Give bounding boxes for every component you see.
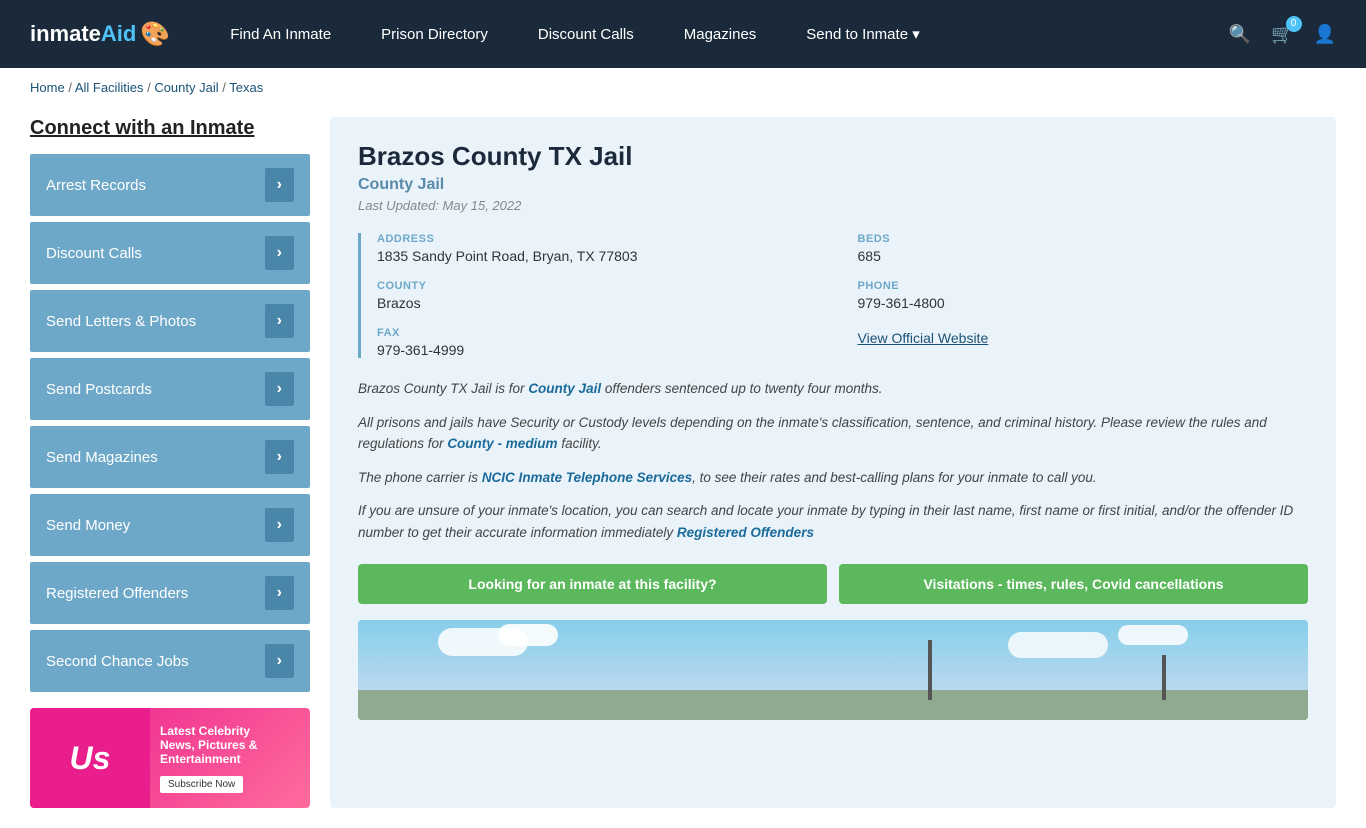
utility-pole-1 [928,640,932,700]
user-icon[interactable]: 👤 [1314,24,1336,45]
sidebar-item-label: Second Chance Jobs [46,653,189,670]
breadcrumb-home[interactable]: Home [30,80,65,95]
address-label: ADDRESS [377,233,828,245]
sidebar-title: Connect with an Inmate [30,117,310,140]
sidebar-item-registered-offenders[interactable]: Registered Offenders › [30,562,310,624]
cloud-4 [1118,625,1188,645]
county-jail-link[interactable]: County Jail [528,381,601,396]
county-label: COUNTY [377,280,828,292]
arrow-icon: › [265,576,294,610]
arrow-icon: › [265,372,294,406]
website-link[interactable]: View Official Website [858,330,989,346]
county-field: COUNTY Brazos [377,280,828,311]
sidebar-item-label: Send Postcards [46,381,152,398]
fax-value: 979-361-4999 [377,342,828,358]
desc-para-1: Brazos County TX Jail is for County Jail… [358,378,1308,400]
county-medium-link[interactable]: County - medium [447,436,557,451]
logo-text: inmateAid [30,21,136,47]
fax-field: FAX 979-361-4999 [377,327,828,358]
sidebar-item-second-chance-jobs[interactable]: Second Chance Jobs › [30,630,310,692]
find-inmate-button[interactable]: Looking for an inmate at this facility? [358,564,827,604]
ad-headline: Latest CelebrityNews, Pictures &Entertai… [160,724,257,766]
sidebar-item-discount-calls[interactable]: Discount Calls › [30,222,310,284]
search-icon[interactable]: 🔍 [1229,24,1251,45]
ad-banner[interactable]: Us Latest CelebrityNews, Pictures &Enter… [30,708,310,808]
beds-field: BEDS 685 [858,233,1309,264]
beds-label: BEDS [858,233,1309,245]
breadcrumb-county-jail[interactable]: County Jail [154,80,218,95]
sidebar-item-send-magazines[interactable]: Send Magazines › [30,426,310,488]
facility-info-grid: ADDRESS 1835 Sandy Point Road, Bryan, TX… [358,233,1308,358]
nav-discount-calls[interactable]: Discount Calls [538,26,634,43]
breadcrumb-all-facilities[interactable]: All Facilities [75,80,144,95]
nav-prison-directory[interactable]: Prison Directory [381,26,488,43]
arrow-icon: › [265,168,294,202]
cart-badge: 0 [1286,16,1302,32]
desc-para-4: If you are unsure of your inmate's locat… [358,500,1308,543]
arrow-icon: › [265,644,294,678]
nav-send-to-inmate[interactable]: Send to Inmate ▾ [806,25,919,43]
website-field: View Official Website [858,327,1309,358]
facility-photo [358,620,1308,720]
sidebar-item-send-letters[interactable]: Send Letters & Photos › [30,290,310,352]
sidebar-item-send-money[interactable]: Send Money › [30,494,310,556]
facility-detail: Brazos County TX Jail County Jail Last U… [330,117,1336,808]
logo[interactable]: inmateAid 🎨 [30,20,170,49]
address-field: ADDRESS 1835 Sandy Point Road, Bryan, TX… [377,233,828,264]
arrow-icon: › [265,236,294,270]
action-buttons: Looking for an inmate at this facility? … [358,564,1308,604]
phone-value: 979-361-4800 [858,295,1309,311]
ground-background [358,690,1308,720]
cloud-3 [1008,632,1108,658]
beds-value: 685 [858,248,1309,264]
desc-para-3: The phone carrier is NCIC Inmate Telepho… [358,467,1308,489]
sidebar-item-send-postcards[interactable]: Send Postcards › [30,358,310,420]
phone-label: PHONE [858,280,1309,292]
sidebar-item-label: Arrest Records [46,177,146,194]
logo-icon: 🎨 [140,20,170,49]
ad-text: Latest CelebrityNews, Pictures &Entertai… [150,714,267,803]
facility-type: County Jail [358,176,1308,194]
sidebar-item-arrest-records[interactable]: Arrest Records › [30,154,310,216]
sidebar-item-label: Send Magazines [46,449,158,466]
sidebar-item-label: Send Letters & Photos [46,313,196,330]
phone-field: PHONE 979-361-4800 [858,280,1309,311]
facility-name: Brazos County TX Jail [358,141,1308,172]
nav-find-inmate[interactable]: Find An Inmate [230,26,331,43]
ncic-link[interactable]: NCIC Inmate Telephone Services [482,470,692,485]
arrow-icon: › [265,508,294,542]
sidebar-item-label: Discount Calls [46,245,142,262]
registered-offenders-link[interactable]: Registered Offenders [677,525,814,540]
facility-updated: Last Updated: May 15, 2022 [358,198,1308,213]
utility-pole-2 [1162,655,1166,700]
header-icons: 🔍 🛒 0 👤 [1229,24,1336,45]
fax-label: FAX [377,327,828,339]
desc-para-2: All prisons and jails have Security or C… [358,412,1308,455]
ad-brand: Us [30,708,150,808]
sidebar: Connect with an Inmate Arrest Records › … [30,117,310,808]
breadcrumb: Home / All Facilities / County Jail / Te… [0,68,1366,107]
breadcrumb-texas[interactable]: Texas [229,80,263,95]
main-nav: Find An Inmate Prison Directory Discount… [230,25,1188,43]
address-value: 1835 Sandy Point Road, Bryan, TX 77803 [377,248,828,264]
facility-description: Brazos County TX Jail is for County Jail… [358,378,1308,544]
arrow-icon: › [265,304,294,338]
visitations-button[interactable]: Visitations - times, rules, Covid cancel… [839,564,1308,604]
cloud-2 [498,624,558,646]
arrow-icon: › [265,440,294,474]
sidebar-item-label: Registered Offenders [46,585,188,602]
main-content: Connect with an Inmate Arrest Records › … [0,107,1366,828]
county-value: Brazos [377,295,828,311]
cart-icon[interactable]: 🛒 0 [1271,24,1293,45]
sidebar-item-label: Send Money [46,517,130,534]
site-header: inmateAid 🎨 Find An Inmate Prison Direct… [0,0,1366,68]
nav-magazines[interactable]: Magazines [684,26,757,43]
ad-cta[interactable]: Subscribe Now [160,776,243,793]
sidebar-menu: Arrest Records › Discount Calls › Send L… [30,154,310,692]
